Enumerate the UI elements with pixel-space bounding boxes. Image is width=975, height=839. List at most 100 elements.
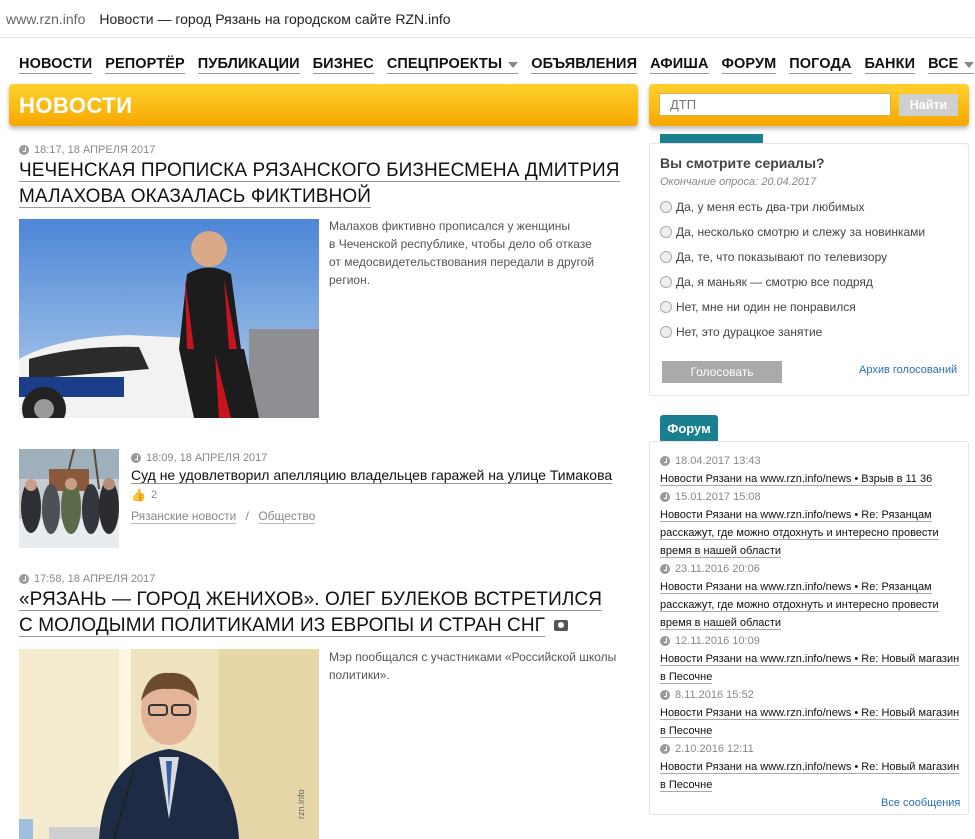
photo-watermark: rzn.info bbox=[296, 789, 306, 819]
radio-icon[interactable] bbox=[660, 226, 672, 238]
article-time: 18:09, 18 АПРЕЛЯ 2017 bbox=[131, 452, 267, 464]
forum-link-line: Новости Рязани на www.rzn.info/news • Вз… bbox=[660, 473, 933, 486]
thumbs-up-icon: 👍 bbox=[131, 488, 146, 502]
forum-item-link[interactable]: Новости Рязани на www.rzn.info/news • Re… bbox=[660, 758, 960, 794]
clock-icon bbox=[660, 744, 670, 754]
poll-question: Вы смотрите сериалы? bbox=[660, 155, 825, 171]
headline-line: «РЯЗАНЬ — ГОРОД ЖЕНИХОВ». ОЛЕГ БУЛЕКОВ В… bbox=[19, 589, 603, 611]
tag-link[interactable]: Общество bbox=[258, 509, 316, 524]
poll-option[interactable]: Да, те, что показывают по телевизору bbox=[660, 250, 887, 264]
article-time-text: 18:17, 18 АПРЕЛЯ 2017 bbox=[34, 144, 156, 156]
nav-item-publications[interactable]: ПУБЛИКАЦИИ bbox=[197, 56, 300, 74]
forum-item-link[interactable]: Новости Рязани на www.rzn.info/news • Вз… bbox=[660, 470, 960, 488]
nav-item-forum[interactable]: ФОРУМ bbox=[721, 56, 777, 74]
clock-icon bbox=[131, 453, 141, 463]
nav-item-weather[interactable]: ПОГОДА bbox=[789, 56, 852, 74]
poll-option-label: Нет, это дурацкое занятие bbox=[676, 325, 823, 339]
all-messages-link[interactable]: Все сообщения bbox=[881, 797, 960, 809]
nav-item-business[interactable]: БИЗНЕС bbox=[312, 56, 374, 74]
lead-line: в Чеченской республике, чтобы дело об от… bbox=[329, 237, 592, 251]
section-header-bar: НОВОСТИ bbox=[9, 84, 638, 126]
radio-icon[interactable] bbox=[660, 301, 672, 313]
section-title: НОВОСТИ bbox=[19, 93, 133, 118]
lead-line: Мэр пообщался с участниками «Российской … bbox=[329, 650, 617, 664]
forum-item-link[interactable]: Новости Рязани на www.rzn.info/news • Re… bbox=[660, 650, 960, 686]
headline-line: МАЛАХОВА ОКАЗАЛАСЬ ФИКТИВНОЙ bbox=[19, 186, 371, 208]
forum-tab[interactable]: Форум bbox=[660, 415, 718, 441]
radio-icon[interactable] bbox=[660, 251, 672, 263]
headline-text: Суд не удовлетворил апелляцию владельцев… bbox=[131, 467, 613, 484]
article-photo-racer[interactable] bbox=[19, 219, 319, 418]
nav-item-all[interactable]: ВСЕ bbox=[928, 56, 975, 74]
article-lead: Мэр пообщался с участниками «Российской … bbox=[329, 648, 629, 684]
poll-option[interactable]: Да, несколько смотрю и слежу за новинкам… bbox=[660, 225, 925, 239]
article-photo-garages[interactable] bbox=[19, 449, 119, 548]
forum-item-link[interactable]: Новости Рязани на www.rzn.info/news • Re… bbox=[660, 506, 960, 560]
lead-line: Малахов фиктивно прописался у женщины bbox=[329, 219, 570, 233]
article-headline[interactable]: Суд не удовлетворил апелляцию владельцев… bbox=[131, 467, 613, 484]
article-time-text: 18:09, 18 АПРЕЛЯ 2017 bbox=[146, 452, 268, 464]
tag-separator: / bbox=[245, 509, 249, 523]
likes[interactable]: 👍 2 bbox=[131, 488, 157, 502]
poll-option-label: Да, я маньяк — смотрю все подряд bbox=[676, 275, 873, 289]
poll-option[interactable]: Нет, это дурацкое занятие bbox=[660, 325, 822, 339]
forum-link-line: расскажут, где можно отдохнуть и интерес… bbox=[660, 599, 939, 612]
nav-item-banks[interactable]: БАНКИ bbox=[864, 56, 916, 74]
poll-option-label: Да, те, что показывают по телевизору bbox=[676, 250, 888, 264]
article-time: 17:58, 18 АПРЕЛЯ 2017 bbox=[19, 573, 155, 585]
article-lead: Малахов фиктивно прописался у женщины в … bbox=[329, 217, 629, 289]
forum-time-text: 12.11.2016 10:09 bbox=[675, 635, 760, 647]
search-input[interactable] bbox=[659, 93, 891, 116]
clock-icon bbox=[660, 636, 670, 646]
likes-count: 2 bbox=[150, 489, 158, 501]
poll-option-label: Нет, мне ни один не понравился bbox=[676, 300, 856, 314]
nav-item-specprojects[interactable]: СПЕЦПРОЕКТЫ bbox=[386, 56, 519, 74]
search-button[interactable]: Найти bbox=[899, 94, 958, 116]
radio-icon[interactable] bbox=[660, 201, 672, 213]
nav-item-afisha[interactable]: АФИША bbox=[650, 56, 709, 74]
poll-archive-link[interactable]: Архив голосований bbox=[859, 364, 957, 376]
forum-time-text: 23.11.2016 20:06 bbox=[675, 563, 760, 575]
clock-icon bbox=[19, 574, 29, 584]
forum-item-time: 8.11.2016 15:52 bbox=[660, 689, 754, 701]
article-time-text: 17:58, 18 АПРЕЛЯ 2017 bbox=[34, 573, 156, 585]
forum-link-line: Новости Рязани на www.rzn.info/news • Re… bbox=[660, 707, 960, 720]
clock-icon bbox=[660, 564, 670, 574]
nav-item-ads[interactable]: ОБЪЯВЛЕНИЯ bbox=[531, 56, 638, 74]
forum-item-time: 23.11.2016 20:06 bbox=[660, 563, 760, 575]
forum-link-line: Новости Рязани на www.rzn.info/news • Re… bbox=[660, 509, 932, 522]
forum-item-time: 12.11.2016 10:09 bbox=[660, 635, 760, 647]
article-headline[interactable]: ЧЕЧЕНСКАЯ ПРОПИСКА РЯЗАНСКОГО БИЗНЕСМЕНА… bbox=[19, 158, 629, 210]
article-headline[interactable]: «РЯЗАНЬ — ГОРОД ЖЕНИХОВ». ОЛЕГ БУЛЕКОВ В… bbox=[19, 587, 629, 639]
poll-option[interactable]: Да, у меня есть два-три любимых bbox=[660, 200, 865, 214]
poll-option[interactable]: Да, я маньяк — смотрю все подряд bbox=[660, 275, 873, 289]
clock-icon bbox=[660, 690, 670, 700]
search-bar: Найти bbox=[649, 84, 969, 126]
forum-link-line: в Песочне bbox=[660, 671, 713, 684]
forum-time-text: 18.04.2017 13:43 bbox=[675, 455, 761, 467]
nav-item-reporter[interactable]: РЕПОРТЁР bbox=[105, 56, 185, 74]
clock-icon bbox=[19, 145, 29, 155]
forum-link-line: время в нашей области bbox=[660, 545, 782, 558]
forum-item-time: 2.10.2016 12:11 bbox=[660, 743, 754, 755]
browser-title-bar: www.rzn.info Новости — город Рязань на г… bbox=[0, 0, 975, 38]
radio-icon[interactable] bbox=[660, 276, 672, 288]
vote-button[interactable]: Голосовать bbox=[662, 361, 782, 383]
lead-line: регион. bbox=[329, 273, 371, 287]
tag-link[interactable]: Рязанские новости bbox=[131, 509, 237, 524]
forum-item-link[interactable]: Новости Рязани на www.rzn.info/news • Re… bbox=[660, 578, 960, 632]
lead-line: от медосвидетельствования передали в дру… bbox=[329, 255, 595, 269]
poll-option[interactable]: Нет, мне ни один не понравился bbox=[660, 300, 856, 314]
forum-link-line: расскажут, где можно отдохнуть и интерес… bbox=[660, 527, 939, 540]
forum-item-link[interactable]: Новости Рязани на www.rzn.info/news • Re… bbox=[660, 704, 960, 740]
radio-icon[interactable] bbox=[660, 326, 672, 338]
article-photo-mayor[interactable]: rzn.info bbox=[19, 649, 319, 839]
nav-item-news[interactable]: НОВОСТИ bbox=[19, 56, 93, 74]
article-time: 18:17, 18 АПРЕЛЯ 2017 bbox=[19, 144, 155, 156]
poll-end-date: Окончание опроса: 20.04.2017 bbox=[660, 176, 817, 188]
page-title: Новости — город Рязань на городском сайт… bbox=[99, 10, 451, 27]
forum-link-line: в Песочне bbox=[660, 725, 713, 738]
forum-link-line: время в нашей области bbox=[660, 617, 782, 630]
forum-time-text: 8.11.2016 15:52 bbox=[675, 689, 754, 701]
forum-link-line: в Песочне bbox=[660, 779, 713, 792]
